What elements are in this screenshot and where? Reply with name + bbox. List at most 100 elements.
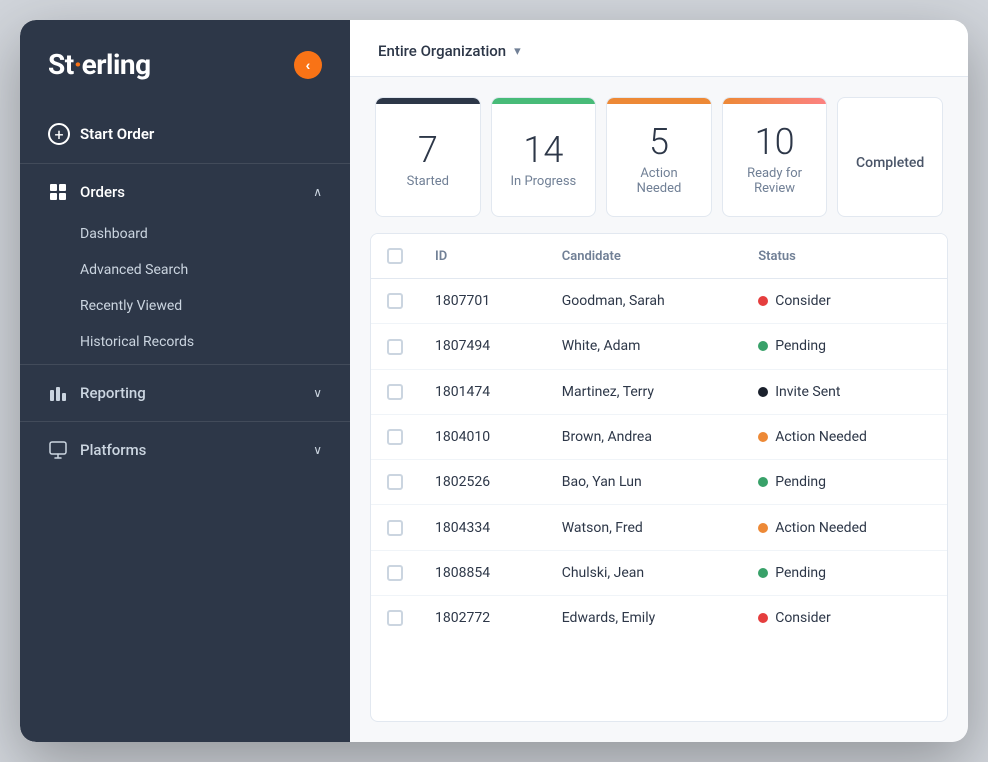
reporting-label: Reporting [80,384,146,402]
logo: St·erling [48,48,151,81]
chart-icon [48,383,68,403]
table-col-checkbox [371,234,419,279]
table-row: 1802526 Bao, Yan Lun Pending [371,460,947,505]
row-checkbox-cell [371,279,419,324]
stat-bar-action-needed [607,98,711,104]
dashboard-label: Dashboard [80,226,148,242]
row-candidate: Bao, Yan Lun [546,460,742,505]
status-label: Action Needed [775,520,867,536]
stat-number-action-needed: 5 [649,124,669,160]
table-col-candidate: Candidate [546,234,742,279]
row-status: Consider [742,596,947,641]
row-status: Invite Sent [742,369,947,414]
row-id: 1807494 [419,324,546,369]
row-checkbox[interactable] [387,474,403,490]
sidebar-item-reporting[interactable]: Reporting ∨ [20,369,350,417]
status-label: Consider [775,610,831,626]
table-row: 1807494 White, Adam Pending [371,324,947,369]
orders-table-container: ID Candidate Status 1807701 Goodman, Sar… [370,233,948,722]
row-checkbox-cell [371,550,419,595]
stat-card-action-needed[interactable]: 5 Action Needed [606,97,712,217]
status-label: Consider [775,293,831,309]
start-order-button[interactable]: + Start Order [20,109,350,159]
table-row: 1804334 Watson, Fred Action Needed [371,505,947,550]
status-dot [758,296,768,306]
row-id: 1801474 [419,369,546,414]
stat-bar-in-progress [492,98,596,104]
table-row: 1804010 Brown, Andrea Action Needed [371,414,947,459]
stat-label-ready-for-review: Ready for Review [733,166,817,196]
table-body: 1807701 Goodman, Sarah Consider 1807494 … [371,279,947,641]
sidebar-item-advanced-search[interactable]: Advanced Search [20,252,350,288]
row-id: 1807701 [419,279,546,324]
row-checkbox[interactable] [387,429,403,445]
stats-row: 7 Started 14 In Progress 5 Action Needed… [350,77,968,233]
status-label: Invite Sent [775,384,840,400]
row-checkbox[interactable] [387,520,403,536]
status-label: Pending [775,565,826,581]
table-row: 1807701 Goodman, Sarah Consider [371,279,947,324]
row-status: Pending [742,460,947,505]
stat-card-started[interactable]: 7 Started [375,97,481,217]
row-checkbox-cell [371,505,419,550]
row-checkbox[interactable] [387,610,403,626]
row-candidate: Edwards, Emily [546,596,742,641]
orders-table: ID Candidate Status 1807701 Goodman, Sar… [371,234,947,640]
row-candidate: Martinez, Terry [546,369,742,414]
sidebar-item-historical-records[interactable]: Historical Records [20,324,350,360]
stat-bar-started [376,98,480,104]
stat-number-ready-for-review: 10 [755,124,795,160]
row-status: Pending [742,550,947,595]
sidebar-item-dashboard[interactable]: Dashboard [20,216,350,252]
status-dot [758,613,768,623]
sidebar-collapse-button[interactable]: ‹ [294,51,322,79]
stat-bar-ready-for-review [723,98,827,104]
orders-label: Orders [80,183,125,201]
nav-section-reporting: Reporting ∨ [20,369,350,417]
start-order-label: Start Order [80,125,154,143]
app-window: St·erling ‹ + Start Order [20,20,968,742]
row-checkbox[interactable] [387,565,403,581]
row-checkbox[interactable] [387,384,403,400]
platforms-icon [48,440,68,460]
status-dot [758,477,768,487]
table-row: 1808854 Chulski, Jean Pending [371,550,947,595]
platforms-chevron: ∨ [313,443,322,457]
status-dot [758,432,768,442]
status-dot [758,387,768,397]
row-candidate: Brown, Andrea [546,414,742,459]
sidebar: St·erling ‹ + Start Order [20,20,350,742]
stat-number-started: 7 [418,132,438,168]
status-dot [758,341,768,351]
row-candidate: White, Adam [546,324,742,369]
row-candidate: Chulski, Jean [546,550,742,595]
reporting-chevron: ∨ [313,386,322,400]
table-col-status: Status [742,234,947,279]
stat-label-action-needed: Action Needed [617,166,701,196]
stat-number-in-progress: 14 [523,132,563,168]
select-all-checkbox[interactable] [387,248,403,264]
sidebar-item-orders[interactable]: Orders ∧ [20,168,350,216]
row-id: 1802772 [419,596,546,641]
nav-section-platforms: Platforms ∨ [20,426,350,474]
row-checkbox-cell [371,414,419,459]
grid-icon [48,182,68,202]
row-status: Consider [742,279,947,324]
row-checkbox-cell [371,324,419,369]
sidebar-item-platforms[interactable]: Platforms ∨ [20,426,350,474]
row-checkbox[interactable] [387,339,403,355]
stat-card-completed[interactable]: Completed [837,97,943,217]
org-selector[interactable]: Entire Organization ▾ [378,42,521,60]
row-status: Action Needed [742,414,947,459]
historical-records-label: Historical Records [80,334,194,350]
stat-card-in-progress[interactable]: 14 In Progress [491,97,597,217]
nav-divider-1 [20,163,350,164]
table-row: 1802772 Edwards, Emily Consider [371,596,947,641]
stat-card-ready-for-review[interactable]: 10 Ready for Review [722,97,828,217]
org-selector-chevron: ▾ [514,44,521,59]
plus-icon: + [48,123,70,145]
sidebar-item-recently-viewed[interactable]: Recently Viewed [20,288,350,324]
nav-section-orders: Orders ∧ Dashboard Advanced Search Recen… [20,168,350,360]
row-checkbox[interactable] [387,293,403,309]
row-checkbox-cell [371,369,419,414]
